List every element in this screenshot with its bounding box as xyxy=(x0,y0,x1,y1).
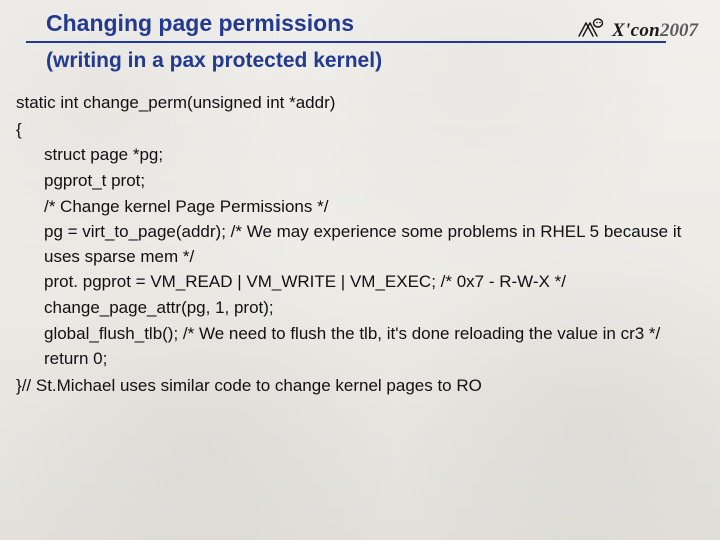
slide: Changing page permissions (writing in a … xyxy=(0,0,720,540)
code-line: pg = virt_to_page(addr); /* We may exper… xyxy=(44,220,698,269)
code-closing-line: }// St.Michael uses similar code to chan… xyxy=(16,374,698,399)
code-block: struct page *pg; pgprot_t prot; /* Chang… xyxy=(16,143,698,372)
logo-brand: X'con xyxy=(612,20,660,41)
code-line: /* Change kernel Page Permissions */ xyxy=(44,195,698,220)
logo-year: 2007 xyxy=(660,20,698,41)
code-brace-open: { xyxy=(16,118,698,143)
code-line: pgprot_t prot; xyxy=(44,169,698,194)
slide-body: static int change_perm(unsigned int *add… xyxy=(0,77,720,399)
slide-header: Changing page permissions (writing in a … xyxy=(0,0,720,77)
code-trailing-comment: // St.Michael uses similar code to chang… xyxy=(22,376,482,395)
code-line: struct page *pg; xyxy=(44,143,698,168)
conference-logo: X'con2007 xyxy=(575,16,698,45)
xcon-mascot-icon xyxy=(575,16,607,45)
code-line: global_flush_tlb(); /* We need to flush … xyxy=(44,322,698,347)
code-signature: static int change_perm(unsigned int *add… xyxy=(16,91,698,116)
logo-brand-text: X'con2007 xyxy=(612,20,698,42)
code-line: change_page_attr(pg, 1, prot); xyxy=(44,296,698,321)
code-line: prot. pgprot = VM_READ | VM_WRITE | VM_E… xyxy=(44,270,698,295)
code-line: return 0; xyxy=(44,347,698,372)
title-underline xyxy=(26,41,666,43)
slide-subtitle: (writing in a pax protected kernel) xyxy=(46,49,696,73)
